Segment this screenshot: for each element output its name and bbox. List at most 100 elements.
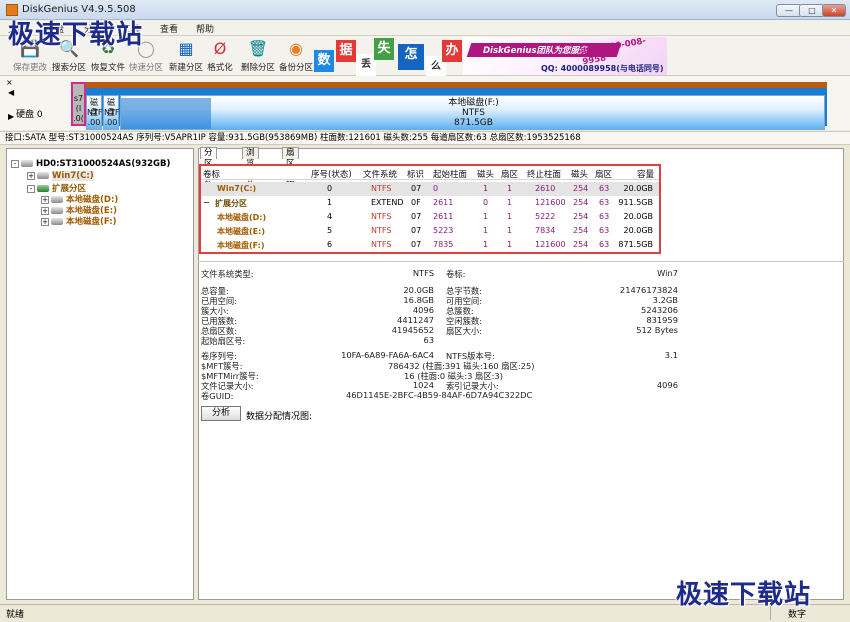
expand-icon[interactable]: + (41, 206, 49, 215)
partition-e-block[interactable]: 磁盘 NTFS .00 (103, 95, 125, 130)
right-arrow-icon[interactable]: ▶ (8, 112, 14, 121)
left-arrow-icon[interactable]: ◀ (8, 88, 14, 97)
cell-sh: 1 (483, 184, 489, 193)
col-fs[interactable]: 文件系统 (363, 168, 397, 180)
expand-icon[interactable]: + (27, 171, 35, 180)
tree-item-disk[interactable]: - HD0:ST31000524AS(932GB) (11, 159, 170, 169)
partition-d-block[interactable]: 磁盘 NTFS .00 (86, 95, 107, 130)
cell-cap: 911.5GB (618, 198, 653, 207)
cell-eh: 254 (573, 184, 589, 193)
col-start-cyl[interactable]: 起始柱面 (433, 168, 467, 180)
menu-view[interactable]: 查看 (160, 22, 178, 35)
row-label: 扩展分区 (215, 199, 247, 208)
info-used-clusters: 4411247 (397, 315, 434, 325)
cell-fs: NTFS (371, 184, 392, 193)
banner-char: 失 (374, 38, 394, 60)
col-start-head[interactable]: 磁头 (477, 168, 494, 180)
disk-label: 硬盘 0 (16, 110, 43, 120)
cell-sc: 5223 (433, 226, 454, 235)
info-idx: 4096 (656, 380, 678, 390)
col-id[interactable]: 标识 (407, 168, 424, 180)
drive-icon (37, 172, 49, 179)
cell-ec: 2610 (535, 184, 556, 193)
cell-es: 63 (599, 212, 610, 221)
table-row[interactable]: Win7(C:) 0 NTFS 07 0 1 1 2610 254 63 20.0GB (201, 182, 659, 196)
cell-es: 63 (599, 226, 610, 235)
info-free-clusters: 831959 (646, 315, 678, 325)
collapse-icon[interactable]: − (203, 198, 210, 207)
cell-sc: 7835 (433, 240, 454, 249)
info-start-sector-label: 起始扇区号: (201, 336, 246, 346)
partition-f-block[interactable]: 本地磁盘(F:) NTFS 871.5GB (120, 95, 825, 130)
divider (198, 261, 844, 262)
col-index[interactable]: 序号(状态) (311, 168, 352, 180)
tab-browse-files[interactable]: 浏览文件 (242, 147, 259, 191)
close-button[interactable]: ✕ (822, 4, 846, 17)
allocation-label: 数据分配情况图: (246, 412, 313, 422)
d-text-3: .00 (87, 118, 101, 127)
cell-fs: NTFS (371, 226, 392, 235)
info-fs-type-label: 文件系统类型: (201, 269, 254, 279)
tree-win7-label: Win7(C:) (52, 171, 94, 181)
f-size: 871.5GB (454, 118, 493, 128)
banner-phone: 电话: 400-008-9958 (580, 36, 647, 68)
row-label: 本地磁盘(E:) (217, 227, 265, 236)
analyze-button[interactable]: 分析 (201, 406, 241, 421)
banner-qq: QQ: 4000089958(与电话同号) (541, 64, 664, 73)
info-sector-size-label: 扇区大小: (446, 326, 482, 336)
tree-item-win7[interactable]: + Win7(C:) (27, 171, 94, 181)
watermark-bottom: 极速下载站 (676, 580, 812, 610)
info-guid: 46D1145E-2BFC-4B59-84AF-6D7A94C322DC (346, 390, 533, 400)
disk-icon (21, 160, 33, 167)
table-row[interactable]: 扩展分区 − 1 EXTEND 0F 2611 0 1 121600 254 63 911.5GB (201, 196, 659, 210)
collapse-icon[interactable]: - (27, 184, 35, 193)
cell-idx: 0 (327, 184, 333, 193)
cell-sh: 1 (483, 240, 489, 249)
tab-sector-edit[interactable]: 扇区编辑 (282, 147, 299, 191)
backup-partition-button[interactable]: ◉ 备份分区 (276, 37, 316, 75)
table-row[interactable]: 本地磁盘(E:) 5 NTFS 07 5223 1 1 7834 254 63 20.0GB (201, 224, 659, 238)
col-end-head[interactable]: 磁头 (571, 168, 588, 180)
table-row[interactable]: 本地磁盘(F:) 6 NTFS 07 7835 1 1 121600 254 63 871.5GB (201, 238, 659, 252)
backup-icon: ◉ (289, 39, 303, 58)
info-frs: 1024 (412, 380, 434, 390)
expand-icon[interactable]: + (41, 195, 49, 204)
col-end-cyl[interactable]: 终止柱面 (527, 168, 561, 180)
banner-char: 数 (314, 50, 334, 72)
cell-sc: 2611 (433, 212, 454, 221)
partition-win7-block[interactable]: s7 (I .0( (71, 82, 86, 126)
col-capacity[interactable]: 容量 (637, 168, 654, 180)
e-text-2: NTFS (104, 108, 125, 117)
col-end-sector[interactable]: 扇区 (595, 168, 612, 180)
cell-fs: NTFS (371, 212, 392, 221)
cell-cap: 20.0GB (623, 226, 654, 235)
cell-eh: 254 (573, 212, 589, 221)
menu-help[interactable]: 帮助 (196, 22, 214, 35)
e-text-3: .00 (104, 118, 118, 127)
expand-icon[interactable]: + (41, 217, 49, 226)
row-label: Win7(C:) (217, 184, 257, 193)
drive-icon (51, 218, 63, 225)
table-header: 卷标 序号(状态) 文件系统 标识 起始柱面 磁头 扇区 终止柱面 磁头 扇区 … (201, 166, 659, 180)
col-start-sector[interactable]: 扇区 (501, 168, 518, 180)
col-label[interactable]: 卷标 (203, 168, 220, 180)
cell-ss: 1 (507, 184, 513, 193)
table-row[interactable]: 本地磁盘(D:) 4 NTFS 07 2611 1 1 5222 254 63 20.0GB (201, 210, 659, 224)
info-fs-type: NTFS (412, 268, 434, 278)
tab-partition-params[interactable]: 分区参数 (200, 147, 217, 191)
partition-extended-block[interactable]: 磁盘 NTFS .00 磁盘 NTFS .00 本地磁盘(F:) NTFS 87… (86, 82, 827, 130)
tree-disk-label: HD0:ST31000524AS(932GB) (36, 159, 171, 169)
drive-icon (51, 196, 63, 203)
ad-banner-text[interactable]: DiskGenius团队为您服务 电话: 400-008-9958 QQ: 40… (463, 36, 667, 75)
collapse-arrows[interactable]: × (6, 78, 13, 87)
info-sector-size: 512 Bytes (636, 325, 678, 335)
collapse-icon[interactable]: - (11, 159, 19, 168)
cell-fs: EXTEND (371, 198, 404, 207)
cell-ss: 1 (507, 198, 513, 207)
banner-char: 据 (336, 40, 356, 62)
cell-idx: 1 (327, 198, 333, 207)
win7-text-2: (I (75, 104, 82, 113)
cell-cap: 20.0GB (623, 212, 654, 221)
tree-item-f[interactable]: + 本地磁盘(F:) (41, 215, 117, 227)
cell-es: 63 (599, 184, 610, 193)
